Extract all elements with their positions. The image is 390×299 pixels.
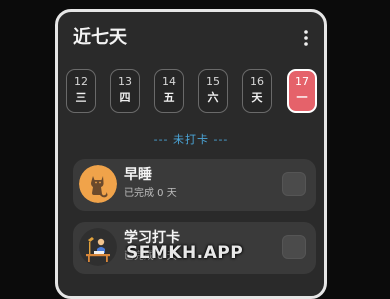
habit-checkbox[interactable]	[282, 235, 306, 259]
watermark-text: SEMKH.APP	[126, 243, 244, 263]
day-weekday: 五	[163, 91, 175, 104]
day-weekday: 六	[207, 91, 219, 104]
habit-checkbox[interactable]	[282, 172, 306, 196]
day-number: 12	[74, 75, 88, 88]
day-weekday: 天	[251, 91, 263, 104]
day-number: 13	[118, 75, 132, 88]
day-cell-16[interactable]: 16 天	[242, 69, 272, 113]
study-desk-icon	[79, 228, 117, 266]
day-number: 17	[295, 75, 309, 88]
week-day-strip: 12 三 13 四 14 五 15 六 16 天 17 一	[66, 69, 318, 119]
day-weekday: 三	[75, 91, 87, 104]
day-weekday: 一	[296, 91, 308, 104]
day-number: 14	[162, 75, 176, 88]
widget-title: 近七天	[73, 27, 127, 48]
day-number: 16	[250, 75, 264, 88]
section-label-unchecked: --- 未打卡 ---	[153, 133, 229, 146]
day-cell-12[interactable]: 12 三	[66, 69, 96, 113]
day-cell-17-selected[interactable]: 17 一	[287, 69, 317, 113]
day-cell-13[interactable]: 13 四	[110, 69, 140, 113]
day-number: 15	[206, 75, 220, 88]
day-weekday: 四	[119, 91, 131, 104]
day-cell-14[interactable]: 14 五	[154, 69, 184, 113]
day-cell-15[interactable]: 15 六	[198, 69, 228, 113]
cat-icon	[79, 165, 117, 203]
widget-header: 近七天	[73, 26, 312, 52]
habit-item[interactable]: 早睡 已完成 0 天	[73, 159, 316, 211]
habit-status: 已完成 0 天	[124, 188, 177, 199]
more-vertical-icon[interactable]	[300, 28, 312, 48]
habit-name: 早睡	[124, 167, 152, 183]
